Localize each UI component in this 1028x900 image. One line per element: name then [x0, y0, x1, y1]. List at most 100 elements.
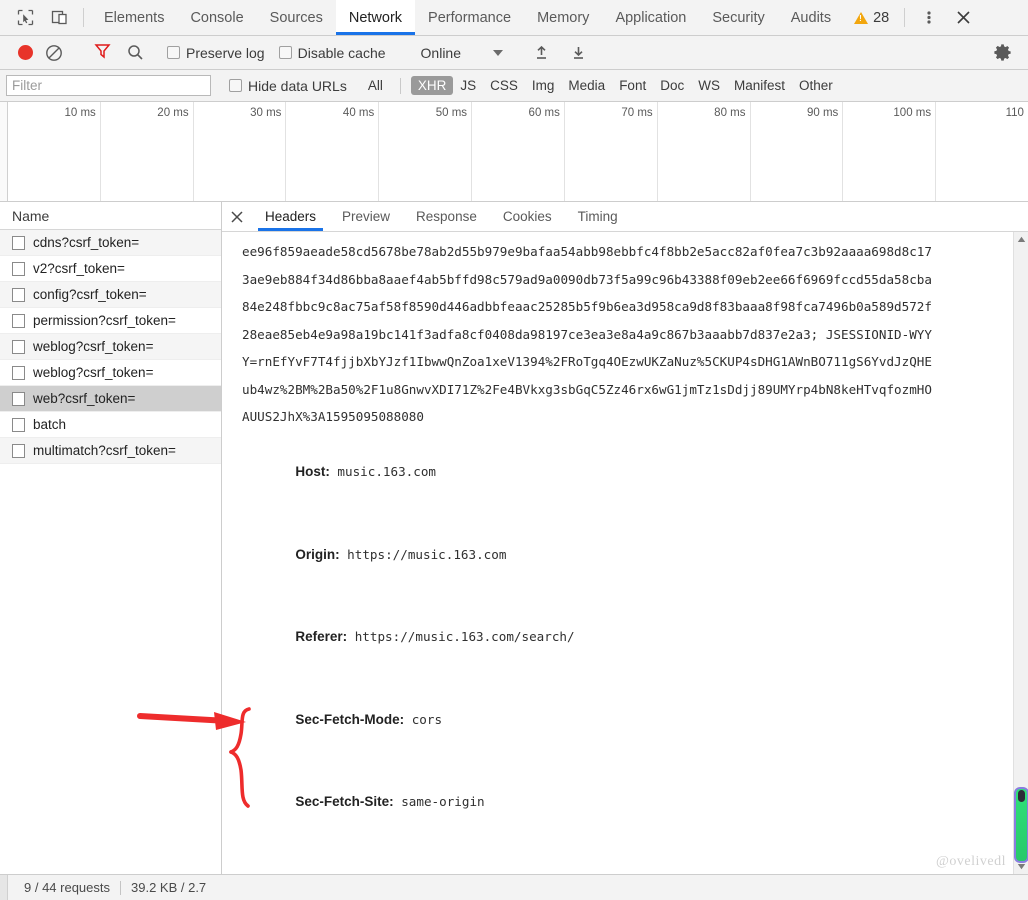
tab-preview[interactable]: Preview: [329, 202, 403, 231]
request-name: web?csrf_token=: [33, 391, 136, 406]
search-icon[interactable]: [127, 44, 144, 61]
export-har-icon[interactable]: [570, 44, 587, 61]
header-value: cors: [404, 711, 443, 727]
overview-tick: 60 ms: [472, 102, 565, 201]
filter-icon[interactable]: [94, 42, 111, 64]
detail-tabbar: Headers Preview Response Cookies Timing: [222, 202, 1028, 232]
request-row[interactable]: multimatch?csrf_token=: [0, 438, 221, 464]
tab-headers[interactable]: Headers: [252, 202, 329, 231]
tab-sources[interactable]: Sources: [257, 0, 336, 35]
scroll-down-arrow-icon[interactable]: [1014, 859, 1028, 874]
type-filter-media[interactable]: Media: [561, 76, 612, 95]
tab-memory[interactable]: Memory: [524, 0, 602, 35]
overview-grid: 10 ms 20 ms 30 ms 40 ms 50 ms 60 ms 70 m…: [8, 102, 1028, 201]
tick-label: 50 ms: [435, 107, 468, 119]
tab-performance[interactable]: Performance: [415, 0, 524, 35]
request-list-header[interactable]: Name: [0, 202, 221, 230]
tab-security[interactable]: Security: [699, 0, 777, 35]
type-label: Font: [619, 78, 647, 93]
request-row[interactable]: config?csrf_token=: [0, 282, 221, 308]
tab-response[interactable]: Response: [403, 202, 490, 231]
tab-elements[interactable]: Elements: [91, 0, 177, 35]
type-filter-xhr[interactable]: XHR: [410, 76, 454, 95]
record-button[interactable]: [18, 45, 33, 60]
type-filter-img[interactable]: Img: [525, 76, 562, 95]
tab-console[interactable]: Console: [177, 0, 256, 35]
import-har-icon[interactable]: [533, 44, 550, 61]
cookie-overflow-line: 28eae85eb4e9a98a19bc141f3adfa8cf0408da98…: [242, 326, 932, 342]
overview-tick: 40 ms: [286, 102, 380, 201]
request-row[interactable]: weblog?csrf_token=: [0, 334, 221, 360]
cookie-overflow-line: 3ae9eb884f34d86bba8aaef4ab5bffd98c579ad9…: [242, 271, 932, 287]
tick-label: 100 ms: [893, 107, 932, 119]
transfer-size: 39.2 KB / 2.7: [131, 880, 207, 895]
more-options-icon[interactable]: [912, 0, 946, 35]
document-icon: [12, 365, 25, 380]
filter-input[interactable]: [6, 75, 211, 96]
type-filter-doc[interactable]: Doc: [653, 76, 691, 95]
type-filter-ws[interactable]: WS: [691, 76, 727, 95]
checkbox-box: [278, 46, 292, 59]
type-filter-font[interactable]: Font: [612, 76, 653, 95]
scroll-up-arrow-icon[interactable]: [1014, 232, 1028, 247]
document-icon: [12, 287, 25, 302]
gear-icon[interactable]: [993, 43, 1012, 62]
tab-timing[interactable]: Timing: [565, 202, 631, 231]
device-toolbar-icon[interactable]: [42, 0, 76, 35]
request-list[interactable]: cdns?csrf_token= v2?csrf_token= config?c…: [0, 230, 221, 874]
request-row[interactable]: cdns?csrf_token=: [0, 230, 221, 256]
overview-tick: 20 ms: [101, 102, 194, 201]
overview-tick: 10 ms: [8, 102, 101, 201]
request-list-pane: Name cdns?csrf_token= v2?csrf_token= con…: [0, 202, 222, 874]
type-label: XHR: [417, 78, 447, 93]
cookie-overflow-line: ub4wz%2BM%2Ba50%2F1u8GnwvXDI71Z%2Fe4BVkx…: [242, 381, 932, 397]
document-icon: [12, 261, 25, 276]
header-value: https://music.163.com/search/: [347, 629, 575, 644]
request-row-selected[interactable]: web?csrf_token=: [0, 386, 221, 412]
type-filter-manifest[interactable]: Manifest: [727, 76, 792, 95]
tab-label: Security: [712, 9, 765, 26]
tab-cookies[interactable]: Cookies: [490, 202, 565, 231]
chevron-down-icon[interactable]: [493, 49, 503, 56]
checkbox-box: [229, 79, 242, 92]
network-overview[interactable]: 10 ms 20 ms 30 ms 40 ms 50 ms 60 ms 70 m…: [0, 102, 1028, 202]
scrollbar-thumb[interactable]: [1014, 787, 1028, 863]
inspect-element-icon[interactable]: [8, 0, 42, 35]
clear-button[interactable]: [43, 42, 65, 64]
tick-label: 80 ms: [714, 107, 746, 119]
type-label: Img: [531, 78, 555, 93]
headers-view: ee96f859aeade58cd5678be78ab2d55b979e9baf…: [222, 232, 1028, 874]
close-detail-icon[interactable]: [222, 202, 252, 231]
type-label: JS: [460, 78, 477, 93]
checkbox-box: [167, 46, 180, 59]
type-filter-other[interactable]: Other: [792, 76, 840, 95]
hide-data-urls-checkbox[interactable]: Hide data URLs: [229, 78, 347, 94]
warning-count-label: 28: [873, 9, 890, 26]
disable-cache-checkbox[interactable]: Disable cache: [278, 45, 386, 61]
cookie-overflow-line: Y=rnEfYvF7T4fjjbXbYJzf1IbwwQnZoa1xeV1394…: [242, 354, 932, 369]
type-filter-js[interactable]: JS: [453, 76, 483, 95]
detail-scrollbar[interactable]: [1013, 232, 1028, 874]
throttle-select-value[interactable]: Online: [415, 45, 467, 61]
request-row[interactable]: weblog?csrf_token=: [0, 360, 221, 386]
preserve-log-checkbox[interactable]: Preserve log: [167, 45, 265, 61]
overview-tick: 110: [936, 102, 1028, 201]
tab-label: Application: [615, 9, 687, 26]
preserve-log-label: Preserve log: [186, 44, 265, 61]
tick-label: 40 ms: [342, 107, 375, 119]
type-filter-css[interactable]: CSS: [483, 76, 525, 95]
warning-count-badge[interactable]: 28: [844, 0, 897, 35]
header-key: Host:: [295, 464, 330, 479]
type-filter-all[interactable]: All: [361, 76, 390, 95]
request-row[interactable]: batch: [0, 412, 221, 438]
close-devtools-icon[interactable]: [946, 0, 980, 35]
request-row[interactable]: v2?csrf_token=: [0, 256, 221, 282]
request-name: cdns?csrf_token=: [33, 235, 140, 250]
tab-network[interactable]: Network: [335, 0, 416, 35]
tab-application[interactable]: Application: [602, 0, 699, 35]
tab-audits[interactable]: Audits: [778, 0, 844, 35]
request-row[interactable]: permission?csrf_token=: [0, 308, 221, 334]
header-value: https://music.163.com: [339, 546, 507, 562]
overview-tick: 80 ms: [658, 102, 751, 201]
network-toolbar: Preserve log Disable cache Online: [0, 36, 1028, 70]
